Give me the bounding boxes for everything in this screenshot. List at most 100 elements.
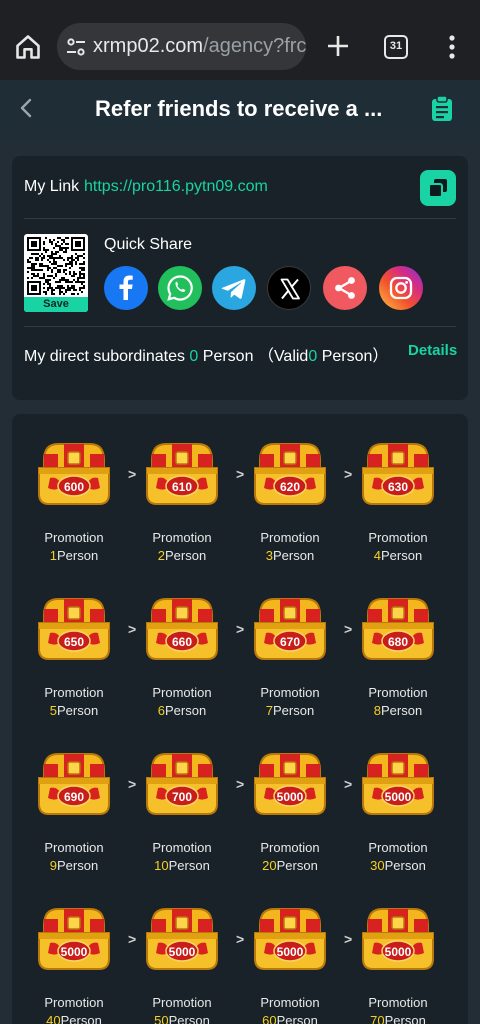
address-bar[interactable]: xrmp02.com/agency?frc xyxy=(57,23,306,70)
more-options-icon[interactable] xyxy=(442,34,462,60)
reward-person-count: 1 xyxy=(49,548,58,563)
invite-link-card: My Link https://pro116.pytn09.com Save Q… xyxy=(12,156,468,400)
reward-item[interactable]: 5000 Promotion 60Person xyxy=(240,903,340,1024)
reward-amount: 650 xyxy=(63,635,85,649)
reward-person-unit: Person xyxy=(384,1013,426,1024)
facebook-share-button[interactable] xyxy=(104,266,148,310)
reward-label: Promotion xyxy=(152,840,212,855)
reward-person-unit: Person xyxy=(165,548,207,563)
back-arrow-icon[interactable] xyxy=(16,97,38,119)
reward-amount: 600 xyxy=(63,480,85,494)
page-header: Refer friends to receive a ... xyxy=(0,80,480,142)
treasure-chest-icon xyxy=(254,753,326,815)
reward-amount: 660 xyxy=(171,635,193,649)
treasure-chest-icon xyxy=(146,443,218,505)
x-share-button[interactable] xyxy=(267,266,311,310)
valid-suffix: Person） xyxy=(321,348,389,365)
tab-switcher-button[interactable]: 31 xyxy=(384,35,408,59)
reward-person-count: 40 xyxy=(46,1013,61,1024)
reward-label: Promotion xyxy=(368,530,428,545)
treasure-chest-icon xyxy=(254,908,326,970)
reward-amount: 700 xyxy=(171,790,193,804)
reward-item[interactable]: 600 Promotion 1Person xyxy=(24,438,124,578)
site-settings-icon[interactable] xyxy=(65,36,87,58)
home-icon[interactable] xyxy=(14,33,42,61)
reward-item[interactable]: 690 Promotion 9Person xyxy=(24,748,124,888)
telegram-share-button[interactable] xyxy=(212,266,256,310)
instagram-share-button[interactable] xyxy=(379,266,423,310)
reward-person-unit: Person xyxy=(168,858,210,873)
reward-requirement: 10Person xyxy=(132,858,232,873)
my-link-label: My Link xyxy=(24,178,80,195)
subordinates-count: 0 xyxy=(189,348,199,365)
reward-item[interactable]: 5000 Promotion 30Person xyxy=(348,748,448,888)
copy-link-button[interactable] xyxy=(420,170,456,206)
reward-amount: 5000 xyxy=(168,945,196,959)
promotion-rewards-grid: 600 Promotion 1Person > 610 Promotion 2Person… xyxy=(12,414,468,1024)
reward-requirement: 70Person xyxy=(348,1013,448,1024)
reward-person-count: 50 xyxy=(154,1013,169,1024)
reward-person-unit: Person xyxy=(276,858,318,873)
reward-label: Promotion xyxy=(368,995,428,1010)
reward-person-count: 2 xyxy=(157,548,166,563)
share-icon xyxy=(335,277,355,299)
reward-item[interactable]: 5000 Promotion 70Person xyxy=(348,903,448,1024)
treasure-chest-icon xyxy=(362,908,434,970)
qr-code[interactable]: Save xyxy=(24,234,88,312)
reward-label: Promotion xyxy=(44,530,104,545)
reward-label: Promotion xyxy=(260,840,320,855)
treasure-chest-icon xyxy=(362,753,434,815)
reward-person-unit: Person xyxy=(273,548,315,563)
details-link[interactable]: Details xyxy=(408,342,457,359)
reward-label: Promotion xyxy=(152,685,212,700)
reward-person-unit: Person xyxy=(381,548,423,563)
reward-item[interactable]: 5000 Promotion 50Person xyxy=(132,903,232,1024)
new-tab-icon[interactable] xyxy=(326,34,350,58)
reward-amount: 5000 xyxy=(60,945,88,959)
reward-item[interactable]: 670 Promotion 7Person xyxy=(240,593,340,733)
page-title: Refer friends to receive a ... xyxy=(95,96,383,121)
reward-person-count: 20 xyxy=(262,858,277,873)
treasure-chest-icon xyxy=(38,753,110,815)
instagram-icon xyxy=(389,276,413,300)
reward-requirement: 20Person xyxy=(240,858,340,873)
reward-requirement: 9Person xyxy=(24,858,124,873)
reward-amount: 620 xyxy=(279,480,301,494)
reward-amount: 5000 xyxy=(276,945,304,959)
treasure-chest-icon xyxy=(146,598,218,660)
reward-label: Promotion xyxy=(368,685,428,700)
reward-item[interactable]: 5000 Promotion 20Person xyxy=(240,748,340,888)
subordinates-label: My direct subordinates xyxy=(24,348,185,365)
divider xyxy=(24,218,456,219)
reward-item[interactable]: 650 Promotion 5Person xyxy=(24,593,124,733)
treasure-chest-icon xyxy=(38,443,110,505)
clipboard-icon[interactable] xyxy=(430,94,454,122)
reward-person-count: 70 xyxy=(370,1013,385,1024)
reward-person-unit: Person xyxy=(384,858,426,873)
reward-amount: 680 xyxy=(387,635,409,649)
reward-item[interactable]: 620 Promotion 3Person xyxy=(240,438,340,578)
my-link-url[interactable]: https://pro116.pytn09.com xyxy=(84,178,268,196)
whatsapp-share-button[interactable] xyxy=(158,266,202,310)
qr-save-button[interactable]: Save xyxy=(24,297,88,312)
reward-item[interactable]: 680 Promotion 8Person xyxy=(348,593,448,733)
reward-item[interactable]: 630 Promotion 4Person xyxy=(348,438,448,578)
reward-item[interactable]: 700 Promotion 10Person xyxy=(132,748,232,888)
reward-item[interactable]: 5000 Promotion 40Person xyxy=(24,903,124,1024)
reward-item[interactable]: 610 Promotion 2Person xyxy=(132,438,232,578)
reward-person-unit: Person xyxy=(57,858,99,873)
treasure-chest-icon xyxy=(146,908,218,970)
treasure-chest-icon xyxy=(362,443,434,505)
treasure-chest-icon xyxy=(362,598,434,660)
reward-item[interactable]: 660 Promotion 6Person xyxy=(132,593,232,733)
reward-label: Promotion xyxy=(260,685,320,700)
general-share-button[interactable] xyxy=(323,266,367,310)
reward-person-unit: Person xyxy=(60,1013,102,1024)
reward-requirement: 1Person xyxy=(24,548,124,563)
reward-label: Promotion xyxy=(44,685,104,700)
person-label: Person xyxy=(202,348,254,365)
reward-requirement: 5Person xyxy=(24,703,124,718)
reward-person-unit: Person xyxy=(165,703,207,718)
reward-requirement: 50Person xyxy=(132,1013,232,1024)
treasure-chest-icon xyxy=(146,753,218,815)
